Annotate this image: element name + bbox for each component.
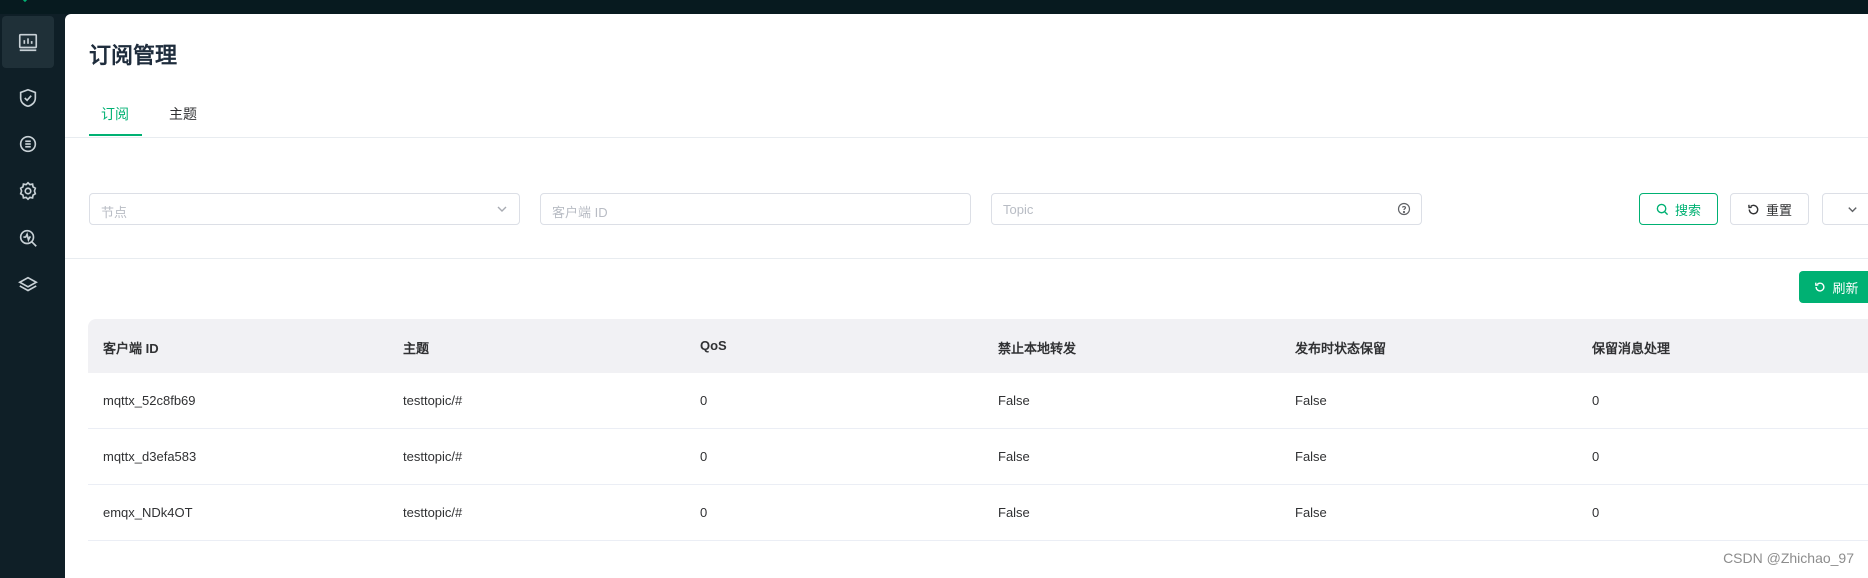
cell-qos: 0 (700, 505, 708, 520)
cell-client-id: mqttx_52c8fb69 (103, 393, 196, 408)
refresh-button[interactable]: 刷新 (1799, 271, 1868, 303)
cell-retain-as-published: False (1295, 505, 1327, 520)
active-tab-indicator (89, 134, 142, 136)
refresh-button-label: 刷新 (1832, 280, 1859, 296)
cell-no-local: False (998, 449, 1030, 464)
help-icon[interactable] (1397, 202, 1411, 216)
column-header: 主题 (403, 341, 430, 356)
topic-placeholder: Topic (1003, 202, 1034, 217)
top-bar (0, 0, 1868, 14)
column-header: 发布时状态保留 (1295, 341, 1387, 356)
cell-client-id: emqx_NDk4OT (103, 505, 193, 520)
diagnose-icon (19, 229, 37, 247)
tab-topics[interactable]: 主题 (169, 104, 197, 124)
tab-bar: 订阅 主题 (65, 92, 1868, 138)
tab-subscriptions[interactable]: 订阅 (101, 104, 129, 124)
chevron-down-icon (497, 206, 507, 212)
reset-button[interactable]: 重置 (1730, 193, 1809, 225)
cell-no-local: False (998, 393, 1030, 408)
layers-icon (18, 276, 38, 292)
watermark: CSDN @Zhichao_97 (1723, 550, 1854, 566)
integration-icon (19, 135, 37, 153)
cell-retain-handling: 0 (1592, 449, 1600, 464)
chevron-down-icon (1847, 206, 1857, 212)
search-icon (1656, 203, 1669, 215)
logo-icon (22, 0, 28, 3)
shield-icon (19, 88, 37, 108)
subscriptions-table: 客户端 ID 主题 QoS 禁止本地转发 发布时状态保留 保留消息处理 mqtt… (88, 319, 1868, 541)
table-header: 客户端 ID 主题 QoS 禁止本地转发 发布时状态保留 保留消息处理 (88, 319, 1868, 373)
cell-topic: testtopic/# (403, 393, 463, 408)
sidebar-item-management[interactable] (2, 165, 54, 217)
client-id-input[interactable]: 客户端 ID (540, 193, 971, 225)
settings-icon (19, 181, 37, 201)
sidebar-item-access-control[interactable] (2, 72, 54, 124)
table-row[interactable]: mqttx_52c8fb69 testtopic/# 0 False False… (88, 373, 1868, 429)
reset-button-label: 重置 (1765, 202, 1792, 218)
cell-qos: 0 (700, 393, 708, 408)
filter-bar: 节点 客户端 ID Topic 搜索 重置 (65, 138, 1868, 259)
cell-retain-handling: 0 (1592, 505, 1600, 520)
column-header: 客户端 ID (103, 341, 159, 356)
refresh-icon (1815, 282, 1825, 292)
sidebar-item-extensions[interactable] (2, 259, 54, 311)
node-select[interactable]: 节点 (89, 193, 520, 225)
dashboard-icon (18, 33, 38, 52)
table-row[interactable]: mqttx_d3efa583 testtopic/# 0 False False… (88, 429, 1868, 485)
sidebar-item-integration[interactable] (2, 118, 54, 170)
sidebar-item-dashboard[interactable] (2, 16, 54, 68)
page-title: 订阅管理 (89, 43, 178, 68)
refresh-icon (1748, 204, 1759, 214)
client-id-placeholder: 客户端 ID (552, 205, 608, 220)
cell-client-id: mqttx_d3efa583 (103, 449, 197, 464)
cell-topic: testtopic/# (403, 449, 463, 464)
topic-input[interactable]: Topic (991, 193, 1422, 225)
sidebar-item-diagnose[interactable] (2, 212, 54, 264)
cell-retain-handling: 0 (1592, 393, 1600, 408)
cell-retain-as-published: False (1295, 393, 1327, 408)
sidebar (0, 14, 65, 578)
column-header: QoS (700, 338, 727, 353)
cell-qos: 0 (700, 449, 708, 464)
main-content: 订阅管理 订阅 主题 节点 客户端 ID Topic 搜索 重置 刷新 客户端 … (65, 14, 1868, 578)
cell-no-local: False (998, 505, 1030, 520)
node-select-placeholder: 节点 (101, 205, 128, 220)
column-header: 保留消息处理 (1592, 341, 1671, 356)
search-button-label: 搜索 (1674, 202, 1701, 218)
search-button[interactable]: 搜索 (1639, 193, 1718, 225)
expand-filters-button[interactable] (1822, 193, 1868, 225)
cell-retain-as-published: False (1295, 449, 1327, 464)
table-row[interactable]: emqx_NDk4OT testtopic/# 0 False False 0 (88, 485, 1868, 541)
column-header: 禁止本地转发 (998, 341, 1077, 356)
cell-topic: testtopic/# (403, 505, 463, 520)
